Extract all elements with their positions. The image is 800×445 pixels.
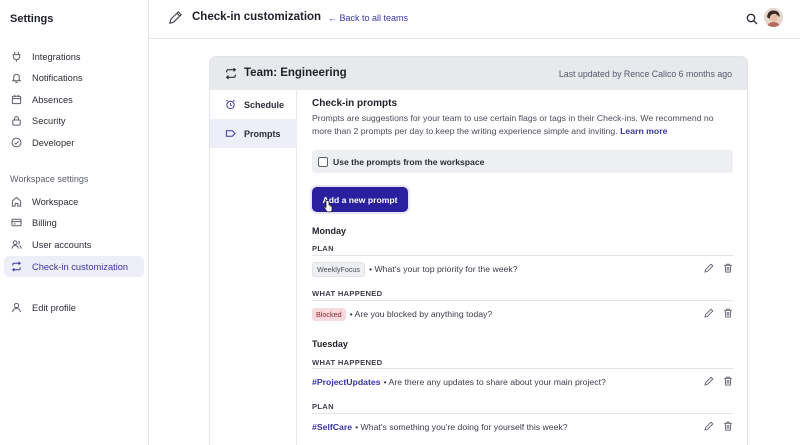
divider <box>312 255 733 256</box>
pencil-icon <box>169 11 182 24</box>
credit-card-icon <box>11 218 22 227</box>
sidebar-item-label: Check-in customization <box>32 261 129 272</box>
prompt-text: • What's something you're doing for your… <box>355 422 568 432</box>
sidebar-item-label: User accounts <box>32 239 92 250</box>
team-card: Team: Engineering Last updated by Rence … <box>209 56 748 445</box>
row-actions <box>704 263 733 273</box>
check-circle-icon <box>11 137 22 148</box>
sidebar-item-absences[interactable]: Absences <box>4 89 144 110</box>
prompt-row: Blocked • Are you blocked by anything to… <box>312 306 733 322</box>
row-actions <box>704 421 733 431</box>
trash-icon[interactable] <box>723 421 733 431</box>
card-header: Team: Engineering Last updated by Rence … <box>210 57 747 90</box>
prompt-row: #ProjectUpdates • Are there any updates … <box>312 374 733 390</box>
trash-icon[interactable] <box>723 308 733 318</box>
sidebar-item-label: Absences <box>32 94 73 105</box>
hashtag: #SelfCare <box>312 422 353 432</box>
workspace-prompts-checkbox[interactable] <box>318 156 328 167</box>
team-subnav: Schedule Prompts <box>210 90 297 445</box>
prompts-content: Check-in prompts Prompts are suggestions… <box>312 98 733 432</box>
category-label: PLAN <box>312 244 334 253</box>
last-updated-text: Last updated by Rence Calico 6 months ag… <box>558 69 732 79</box>
sidebar-item-label: Billing <box>32 217 57 228</box>
pencil-icon[interactable] <box>704 421 714 431</box>
checkbox-label: Use the prompts from the workspace <box>333 156 485 167</box>
back-to-all-teams-link[interactable]: ← Back to all teams <box>328 13 408 23</box>
calendar-icon <box>11 94 22 105</box>
sidebar-item-label: Workspace <box>32 196 79 207</box>
sidebar-item-security[interactable]: Security <box>4 110 144 131</box>
search-icon[interactable] <box>746 13 758 25</box>
top-bar: Check-in customization ← Back to all tea… <box>149 0 800 39</box>
day-heading-tuesday: Tuesday <box>312 339 348 349</box>
tag-icon <box>225 130 236 137</box>
sidebar-item-developer[interactable]: Developer <box>4 132 144 153</box>
category-label: PLAN <box>312 402 334 411</box>
sidebar-item-billing[interactable]: Billing <box>4 212 144 233</box>
learn-more-link[interactable]: Learn more <box>620 126 667 136</box>
team-title: Team: Engineering <box>244 67 347 79</box>
sidebar-item-workspace[interactable]: Workspace <box>4 191 144 212</box>
tab-label: Schedule <box>244 99 285 110</box>
sidebar-item-edit-profile[interactable]: Edit profile <box>4 297 144 318</box>
avatar[interactable] <box>764 8 783 27</box>
category-label: WHAT HAPPENED <box>312 289 383 298</box>
divider <box>312 413 733 414</box>
sidebar-item-label: Edit profile <box>32 302 76 313</box>
day-heading-monday: Monday <box>312 226 347 236</box>
sidebar-item-label: Integrations <box>32 51 81 62</box>
pointer-cursor-icon <box>323 200 333 213</box>
tab-label: Prompts <box>244 128 281 139</box>
sidebar-item-label: Developer <box>32 137 75 148</box>
flag-tag: WeeklyFocus <box>312 261 366 277</box>
sidebar-item-label: Security <box>32 115 66 126</box>
flag-tag: Blocked <box>312 307 346 321</box>
sidebar-item-label: Notifications <box>32 72 83 83</box>
sidebar-title: Settings <box>10 13 54 25</box>
prompt-text: • Are you blocked by anything today? <box>349 309 493 319</box>
workspace-prompts-option[interactable]: Use the prompts from the workspace <box>312 150 733 173</box>
row-actions <box>704 308 733 318</box>
home-icon <box>11 196 22 207</box>
prompt-text: • Are there any updates to share about y… <box>383 377 606 387</box>
prompt-text: • What's your top priority for the week? <box>369 264 518 274</box>
prompt-row: WeeklyFocus • What's your top priority f… <box>312 261 733 277</box>
sidebar-item-check-in-customization[interactable]: Check-in customization <box>4 256 144 277</box>
trash-icon[interactable] <box>723 263 733 273</box>
sidebar-item-integrations[interactable]: Integrations <box>4 46 144 67</box>
users-icon <box>11 240 22 249</box>
sidebar: Settings Integrations Notifications Abse… <box>0 0 149 445</box>
section-heading: Check-in prompts <box>312 98 398 109</box>
hashtag: #ProjectUpdates <box>312 377 381 387</box>
page-title: Check-in customization <box>192 11 322 23</box>
plug-icon <box>12 51 21 62</box>
workspace-settings-label: Workspace settings <box>10 174 89 184</box>
lock-icon <box>12 116 21 126</box>
divider <box>312 368 733 369</box>
repeat-icon <box>225 67 237 80</box>
prompt-row: #SelfCare • What's something you're doin… <box>312 419 733 435</box>
row-actions <box>704 376 733 386</box>
divider <box>312 300 733 301</box>
trash-icon[interactable] <box>723 376 733 386</box>
sidebar-item-user-accounts[interactable]: User accounts <box>4 234 144 255</box>
pencil-icon[interactable] <box>704 376 714 386</box>
repeat-icon <box>12 261 21 272</box>
alarm-clock-icon <box>226 99 235 110</box>
sidebar-item-notifications[interactable]: Notifications <box>4 67 144 88</box>
tab-schedule[interactable]: Schedule <box>210 90 297 119</box>
category-label: WHAT HAPPENED <box>312 358 383 367</box>
pencil-icon[interactable] <box>704 308 714 318</box>
pencil-icon[interactable] <box>704 263 714 273</box>
tab-prompts[interactable]: Prompts <box>210 119 297 148</box>
bell-icon <box>11 73 22 83</box>
user-icon <box>12 302 21 313</box>
prompts-description: Prompts are suggestions for your team to… <box>312 112 733 138</box>
